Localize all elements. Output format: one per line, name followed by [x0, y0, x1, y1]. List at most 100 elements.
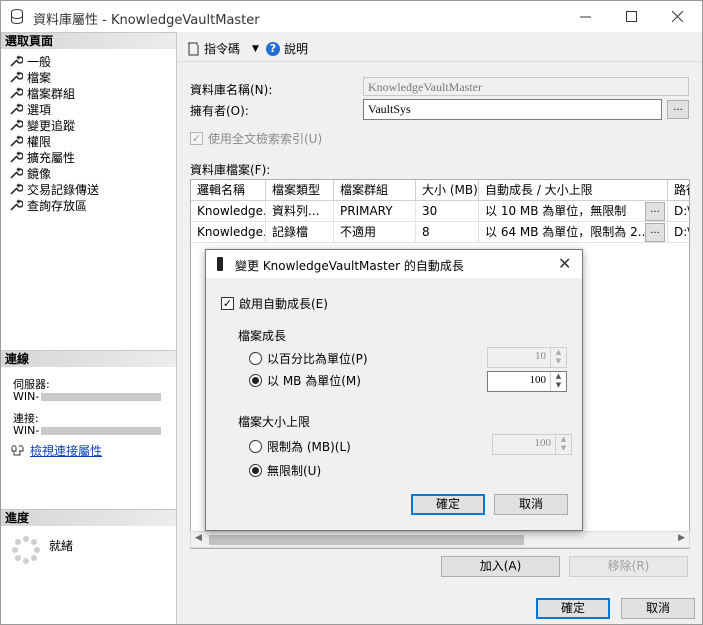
wrench-icon — [10, 199, 23, 211]
growth-mb-value[interactable]: 100 — [530, 374, 547, 386]
progress-spinner-icon — [12, 536, 40, 564]
view-connection-properties-link[interactable]: 檢視連接屬性 — [30, 442, 102, 459]
script-button[interactable]: 指令碼 ▼ — [186, 40, 259, 57]
sidebar-item[interactable]: 鏡像 — [9, 165, 51, 181]
sidebar-item[interactable]: 權限 — [9, 133, 51, 149]
limit-radio[interactable] — [249, 440, 262, 453]
ok-button[interactable]: 確定 — [536, 598, 610, 619]
owner-field[interactable]: VaultSys — [363, 99, 662, 120]
owner-label: 擁有者(O): — [190, 104, 249, 118]
table-cell: 30 — [416, 201, 479, 222]
grid-horizontal-scrollbar[interactable]: ◀ ▶ — [190, 531, 690, 548]
autogrowth-edit-button[interactable]: ... — [645, 223, 665, 242]
enable-autogrowth-checkbox[interactable]: ✓ — [221, 297, 234, 310]
remove-button[interactable]: 移除(R) — [569, 556, 688, 577]
close-button[interactable] — [654, 1, 700, 32]
column-header[interactable]: 邏輯名稱 — [191, 180, 266, 201]
growth-percent-spinner: 10 ▲ ▼ — [487, 347, 567, 368]
server-value: WIN- — [13, 390, 175, 403]
table-cell: 8 — [416, 222, 479, 243]
sidebar-item-label: 交易記錄傳送 — [27, 182, 100, 197]
help-button[interactable]: ? 說明 — [266, 40, 308, 57]
table-cell: Knowledge... — [191, 222, 266, 243]
growth-mb-spinner[interactable]: 100 ▲ ▼ — [487, 371, 567, 392]
owner-browse-button[interactable]: ... — [667, 100, 689, 119]
scroll-left-icon[interactable]: ◀ — [195, 533, 202, 543]
view-connection-properties[interactable]: 檢視連接屬性 — [11, 442, 102, 459]
connection-header: 連線 — [1, 350, 176, 367]
files-label: 資料庫檔案(F): — [190, 163, 271, 177]
sidebar-item[interactable]: 選項 — [9, 101, 51, 117]
limit-option[interactable]: 限制為 (MB)(L) — [249, 438, 351, 455]
help-label: 說明 — [284, 42, 309, 56]
chevron-down-icon: ▼ — [252, 43, 259, 54]
script-label: 指令碼 — [204, 42, 241, 56]
growth-percent-option[interactable]: 以百分比為單位(P) — [249, 350, 368, 367]
minimize-icon — [579, 16, 591, 18]
enable-autogrowth-option[interactable]: ✓ 啟用自動成長(E) — [221, 295, 328, 312]
table-row[interactable]: Knowledge... 記錄檔 不適用 8 以 64 MB 為單位，限制為 2… — [191, 222, 689, 243]
growth-mb-option[interactable]: 以 MB 為單位(M) — [249, 372, 361, 389]
dialog-cancel-button[interactable]: 取消 — [494, 494, 568, 515]
growth-percent-label: 以百分比為單位(P) — [267, 352, 368, 366]
sidebar-item[interactable]: 檔案群組 — [9, 85, 75, 101]
close-icon[interactable]: ✕ — [558, 254, 571, 273]
growth-percent-value: 10 — [535, 350, 546, 362]
unlimited-option[interactable]: 無限制(U) — [249, 462, 321, 479]
unlimited-radio[interactable] — [249, 464, 262, 477]
add-button[interactable]: 加入(A) — [441, 556, 560, 577]
wrench-icon — [10, 103, 23, 115]
sidebar-item-label: 選項 — [27, 102, 52, 117]
sidebar-item[interactable]: 交易記錄傳送 — [9, 181, 99, 197]
autogrowth-edit-button[interactable]: ... — [645, 202, 665, 221]
wrench-icon — [10, 119, 23, 131]
scroll-right-icon[interactable]: ▶ — [678, 533, 685, 543]
sidebar-item[interactable]: 查詢存放區 — [9, 197, 87, 213]
table-row[interactable]: Knowledge... 資料列... PRIMARY 30 以 10 MB 為… — [191, 201, 689, 222]
maximize-button[interactable] — [608, 1, 654, 32]
sidebar-item[interactable]: 變更追蹤 — [9, 117, 75, 133]
spinner-arrows-icon: ▲ ▼ — [550, 348, 566, 367]
sidebar-item[interactable]: 檔案 — [9, 69, 51, 85]
help-icon: ? — [266, 41, 280, 56]
table-cell: 以 10 MB 為單位，無限制 — [479, 201, 668, 222]
script-icon — [188, 42, 199, 55]
spinner-arrows-icon[interactable]: ▲ ▼ — [550, 372, 566, 391]
sidebar-item[interactable]: 擴充屬性 — [9, 149, 75, 165]
close-icon — [671, 11, 683, 22]
sidebar-item-label: 權限 — [27, 134, 52, 149]
file-growth-label: 檔案成長 — [238, 329, 287, 343]
column-header[interactable]: 大小 (MB) — [416, 180, 479, 201]
database-properties-window: 資料庫屬性 - KnowledgeVaultMaster 選取頁面 一般 檔案 檔案… — [0, 0, 703, 625]
progress-header: 進度 — [1, 509, 176, 526]
table-cell: D:\ — [668, 222, 689, 243]
database-icon — [11, 9, 23, 24]
wrench-icon — [10, 135, 23, 147]
table-cell: 資料列... — [266, 201, 334, 222]
growth-percent-radio[interactable] — [249, 352, 262, 365]
wrench-icon — [10, 183, 23, 195]
growth-mb-radio[interactable] — [249, 374, 262, 387]
cancel-button[interactable]: 取消 — [621, 598, 695, 619]
sidebar-item-label: 一般 — [27, 54, 52, 69]
dialog-ok-button[interactable]: 確定 — [411, 494, 485, 515]
column-header[interactable]: 檔案群組 — [334, 180, 416, 201]
fulltext-label: 使用全文檢索索引(U) — [208, 132, 323, 146]
sidebar-item-label: 變更追蹤 — [27, 118, 76, 133]
sidebar-item[interactable]: 一般 — [9, 53, 51, 69]
table-cell: 記錄檔 — [266, 222, 334, 243]
scrollbar-thumb[interactable] — [209, 535, 524, 545]
radio-selected-dot — [252, 467, 259, 474]
column-header[interactable]: 自動成長 / 大小上限 — [479, 180, 668, 201]
table-cell: Knowledge... — [191, 201, 266, 222]
column-header[interactable]: 檔案類型 — [266, 180, 334, 201]
minimize-button[interactable] — [562, 1, 608, 32]
wrench-icon — [10, 167, 23, 179]
server-value-text: WIN- — [13, 390, 40, 403]
sidebar-item-label: 鏡像 — [27, 166, 52, 181]
sidebar-item-label: 擴充屬性 — [27, 150, 76, 165]
column-header[interactable]: 路徑 — [668, 180, 689, 201]
max-size-label: 檔案大小上限 — [238, 415, 311, 429]
connection-value-text: WIN- — [13, 424, 40, 437]
left-pane: 選取頁面 一般 檔案 檔案群組 選項 變更追蹤 權限 擴充屬性 鏡像 交易記錄傳送 查詢存放區 連… — [1, 32, 177, 624]
